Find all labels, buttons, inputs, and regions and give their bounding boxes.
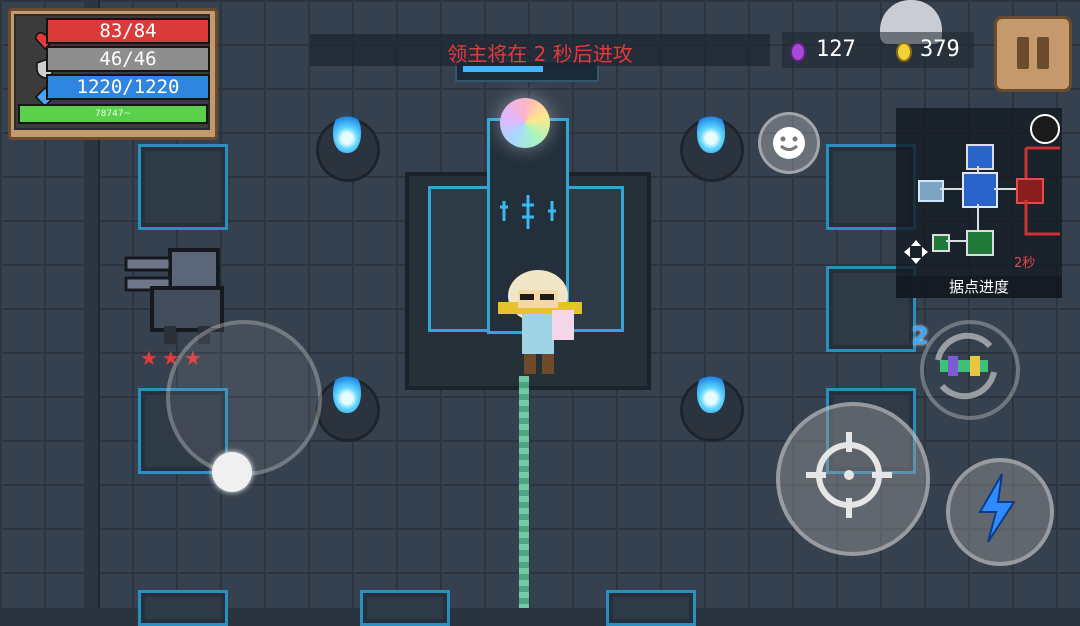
swap-weapon-icon [935,332,997,400]
floor-plate [360,590,450,626]
pause-icon [1017,37,1029,69]
attack-button[interactable] [776,402,930,556]
floor-plate [606,590,696,626]
energy-value: 1220/1220 [46,74,210,100]
blue-flame-icon [333,111,361,153]
minimap-timer: 2秒 [1014,256,1036,271]
announcement-text: 领主将在 2 秒后进攻 [447,42,633,66]
coin-count: 379 [920,37,960,62]
skill-button[interactable] [946,458,1054,566]
movement-joystick[interactable] [166,320,322,476]
blue-flame-icon [697,371,725,413]
blue-flame-icon [333,371,361,413]
swap-weapon-button[interactable] [920,320,1020,420]
pause-button[interactable] [994,16,1072,92]
gem-icon [790,42,806,62]
health-value: 83/84 [46,18,210,44]
move-icon [904,240,928,264]
blue-flame-torch [680,371,744,442]
joystick-knob[interactable] [212,452,252,492]
blue-flame-torch [316,371,380,442]
armor-value: 46/46 [46,46,210,72]
gem-count: 127 [816,37,856,62]
rainbow-orb[interactable] [500,98,550,148]
xp-bar: 78747~ [18,104,208,124]
weapon-energy-cost: 2 [912,322,929,350]
lightning-icon [978,473,1016,543]
globe-icon[interactable] [1030,114,1060,144]
crosshair-icon [806,432,892,518]
rune-glyphs-icon [500,195,556,229]
floor-plate [138,590,228,626]
blue-flame-torch [316,111,380,182]
coin-icon [896,42,912,62]
minimap-label: 据点进度 [896,276,1062,298]
blue-flame-icon [697,111,725,153]
emote-icon [773,127,805,159]
emote-button[interactable] [758,112,820,174]
player-character [498,270,582,374]
floor-plate [138,144,228,230]
laser-beam [519,376,529,608]
blue-flame-torch [680,111,744,182]
